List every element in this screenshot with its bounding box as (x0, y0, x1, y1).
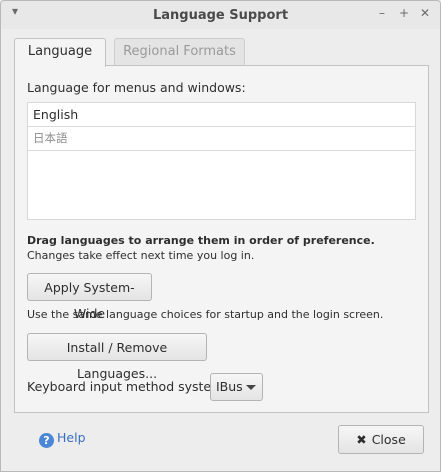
close-label: Close (371, 432, 406, 447)
help-icon: ? (39, 433, 54, 448)
minimize-icon[interactable]: – (374, 6, 390, 22)
chevron-down-icon (246, 385, 256, 390)
title-bar: ▾ Language Support – + ✕ (1, 1, 440, 29)
apply-note: Use the same language choices for startu… (27, 308, 384, 321)
close-button[interactable]: ✖ Close (338, 425, 424, 454)
input-method-value: IBus (216, 379, 243, 394)
input-method-select[interactable]: IBus (210, 373, 263, 401)
tab-regional-formats[interactable]: Regional Formats (114, 38, 245, 66)
language-list-heading: Language for menus and windows: (27, 80, 246, 95)
drag-hint: Drag languages to arrange them in order … (27, 234, 375, 247)
language-list[interactable]: English 日本語 (27, 102, 416, 220)
maximize-icon[interactable]: + (396, 6, 412, 22)
tab-language[interactable]: Language (14, 38, 106, 67)
help-button[interactable]: ? Help (39, 430, 86, 448)
language-item-english[interactable]: English (28, 103, 415, 127)
input-method-label: Keyboard input method system: (27, 379, 228, 394)
effect-note: Changes take effect next time you log in… (27, 249, 255, 262)
close-window-icon[interactable]: ✕ (417, 6, 433, 22)
close-icon: ✖ (356, 432, 367, 447)
help-label: Help (57, 430, 86, 445)
language-tab-panel: Language for menus and windows: English … (14, 65, 429, 413)
install-remove-languages-button[interactable]: Install / Remove Languages... (27, 333, 207, 381)
language-support-window: ▾ Language Support – + ✕ Language Region… (0, 0, 441, 472)
language-item-japanese[interactable]: 日本語 (28, 127, 415, 151)
apply-system-wide-button[interactable]: Apply System-Wide (27, 273, 152, 321)
